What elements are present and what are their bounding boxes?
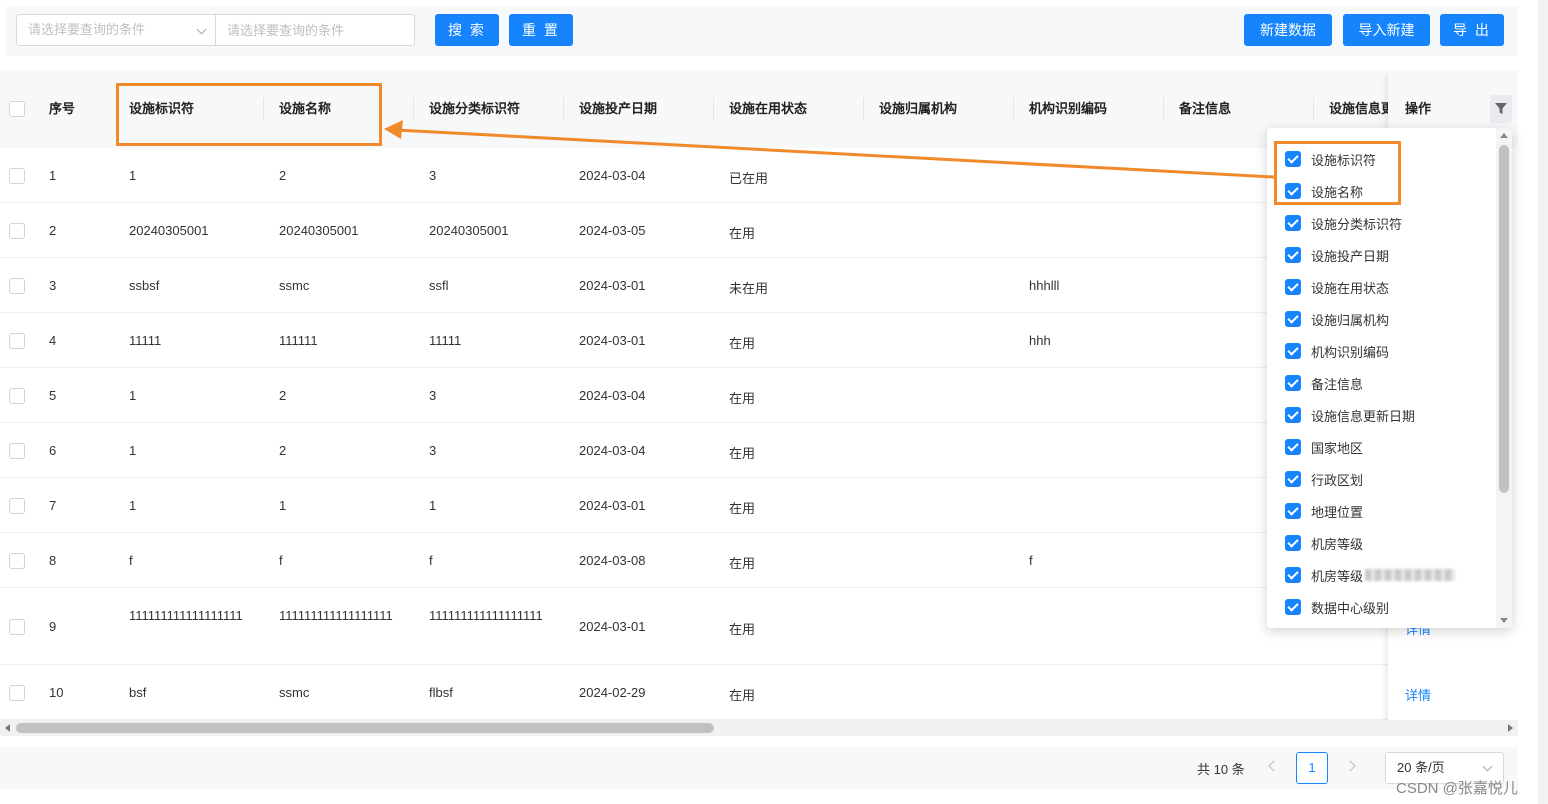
annotation-arrow (384, 120, 1275, 179)
watermark: CSDN @张嘉悦儿 (1396, 780, 1518, 797)
page-edge-strip (1538, 0, 1548, 804)
